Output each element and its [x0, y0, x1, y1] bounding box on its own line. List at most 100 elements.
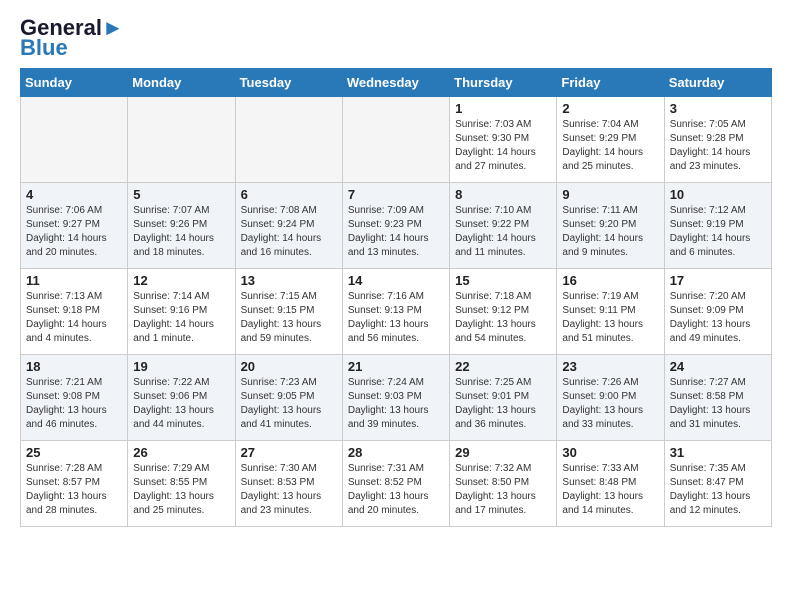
calendar-cell — [342, 97, 449, 183]
day-number: 1 — [455, 101, 551, 116]
day-number: 18 — [26, 359, 122, 374]
day-number: 28 — [348, 445, 444, 460]
day-number: 27 — [241, 445, 337, 460]
day-number: 10 — [670, 187, 766, 202]
calendar-table: SundayMondayTuesdayWednesdayThursdayFrid… — [20, 68, 772, 527]
calendar-body: 1Sunrise: 7:03 AM Sunset: 9:30 PM Daylig… — [21, 97, 772, 527]
day-info: Sunrise: 7:10 AM Sunset: 9:22 PM Dayligh… — [455, 204, 551, 260]
day-info: Sunrise: 7:09 AM Sunset: 9:23 PM Dayligh… — [348, 204, 444, 260]
calendar-cell: 3Sunrise: 7:05 AM Sunset: 9:28 PM Daylig… — [664, 97, 771, 183]
calendar-week-3: 11 Sunrise: 7:13 AM Sunset: 9:18 PM Dayli… — [21, 269, 772, 355]
calendar-cell: 22Sunrise: 7:25 AM Sunset: 9:01 PM Dayli… — [450, 355, 557, 441]
calendar-cell: 29 Sunrise: 7:32 AM Sunset: 8:50 PM Dayli… — [450, 441, 557, 527]
calendar-cell: 7Sunrise: 7:09 AM Sunset: 9:23 PM Daylig… — [342, 183, 449, 269]
calendar-cell: 25 Sunrise: 7:28 AM Sunset: 8:57 PM Dayli… — [21, 441, 128, 527]
calendar-cell: 18 Sunrise: 7:21 AM Sunset: 9:08 PM Dayli… — [21, 355, 128, 441]
day-info: Sunrise: 7:18 AM Sunset: 9:12 PM Dayligh… — [455, 290, 551, 346]
day-number: 23 — [562, 359, 658, 374]
day-info: Sunrise: 7:20 AM Sunset: 9:09 PM Dayligh… — [670, 290, 766, 346]
day-info: Sunrise: 7:30 AM Sunset: 8:53 PM Dayligh… — [241, 462, 337, 518]
calendar-cell: 8 Sunrise: 7:10 AM Sunset: 9:22 PM Daylig… — [450, 183, 557, 269]
logo: General ► Blue — [20, 16, 124, 60]
calendar-cell: 23 Sunrise: 7:26 AM Sunset: 9:00 PM Dayli… — [557, 355, 664, 441]
day-info: Sunrise: 7:27 AM Sunset: 8:58 PM Dayligh… — [670, 376, 766, 432]
day-info: Sunrise: 7:14 AM Sunset: 9:16 PM Dayligh… — [133, 290, 229, 346]
day-number: 22 — [455, 359, 551, 374]
calendar-cell: 20 Sunrise: 7:23 AM Sunset: 9:05 PM Dayli… — [235, 355, 342, 441]
day-number: 16 — [562, 273, 658, 288]
calendar-cell: 11 Sunrise: 7:13 AM Sunset: 9:18 PM Dayli… — [21, 269, 128, 355]
day-info: Sunrise: 7:26 AM Sunset: 9:00 PM Dayligh… — [562, 376, 658, 432]
calendar-cell: 31 Sunrise: 7:35 AM Sunset: 8:47 PM Dayli… — [664, 441, 771, 527]
day-info: Sunrise: 7:35 AM Sunset: 8:47 PM Dayligh… — [670, 462, 766, 518]
day-number: 26 — [133, 445, 229, 460]
day-number: 29 — [455, 445, 551, 460]
calendar-cell: 4 Sunrise: 7:06 AM Sunset: 9:27 PM Daylig… — [21, 183, 128, 269]
weekday-header-sunday: Sunday — [21, 69, 128, 97]
calendar-cell: 2Sunrise: 7:04 AM Sunset: 9:29 PM Daylig… — [557, 97, 664, 183]
calendar-cell: 12 Sunrise: 7:14 AM Sunset: 9:16 PM Dayli… — [128, 269, 235, 355]
day-info: Sunrise: 7:15 AM Sunset: 9:15 PM Dayligh… — [241, 290, 337, 346]
calendar-page: General ► Blue SundayMondayTuesdayWednes… — [0, 0, 792, 543]
day-number: 12 — [133, 273, 229, 288]
calendar-header: SundayMondayTuesdayWednesdayThursdayFrid… — [21, 69, 772, 97]
weekday-header-saturday: Saturday — [664, 69, 771, 97]
calendar-cell: 16 Sunrise: 7:19 AM Sunset: 9:11 PM Dayli… — [557, 269, 664, 355]
day-number: 21 — [348, 359, 444, 374]
weekday-header-thursday: Thursday — [450, 69, 557, 97]
day-info: Sunrise: 7:28 AM Sunset: 8:57 PM Dayligh… — [26, 462, 122, 518]
calendar-week-5: 25 Sunrise: 7:28 AM Sunset: 8:57 PM Dayli… — [21, 441, 772, 527]
day-number: 25 — [26, 445, 122, 460]
day-info: Sunrise: 7:29 AM Sunset: 8:55 PM Dayligh… — [133, 462, 229, 518]
header: General ► Blue — [20, 16, 772, 60]
day-info: Sunrise: 7:13 AM Sunset: 9:18 PM Dayligh… — [26, 290, 122, 346]
calendar-cell: 1Sunrise: 7:03 AM Sunset: 9:30 PM Daylig… — [450, 97, 557, 183]
day-number: 6 — [241, 187, 337, 202]
day-info: Sunrise: 7:04 AM Sunset: 9:29 PM Dayligh… — [562, 118, 658, 174]
day-number: 24 — [670, 359, 766, 374]
calendar-cell — [128, 97, 235, 183]
day-info: Sunrise: 7:07 AM Sunset: 9:26 PM Dayligh… — [133, 204, 229, 260]
day-number: 3 — [670, 101, 766, 116]
day-number: 4 — [26, 187, 122, 202]
day-info: Sunrise: 7:12 AM Sunset: 9:19 PM Dayligh… — [670, 204, 766, 260]
calendar-cell — [235, 97, 342, 183]
weekday-header-row: SundayMondayTuesdayWednesdayThursdayFrid… — [21, 69, 772, 97]
day-info: Sunrise: 7:33 AM Sunset: 8:48 PM Dayligh… — [562, 462, 658, 518]
day-number: 15 — [455, 273, 551, 288]
day-info: Sunrise: 7:32 AM Sunset: 8:50 PM Dayligh… — [455, 462, 551, 518]
weekday-header-friday: Friday — [557, 69, 664, 97]
day-number: 9 — [562, 187, 658, 202]
day-info: Sunrise: 7:31 AM Sunset: 8:52 PM Dayligh… — [348, 462, 444, 518]
day-number: 19 — [133, 359, 229, 374]
calendar-cell: 26 Sunrise: 7:29 AM Sunset: 8:55 PM Dayli… — [128, 441, 235, 527]
calendar-cell: 14Sunrise: 7:16 AM Sunset: 9:13 PM Dayli… — [342, 269, 449, 355]
day-info: Sunrise: 7:06 AM Sunset: 9:27 PM Dayligh… — [26, 204, 122, 260]
day-number: 20 — [241, 359, 337, 374]
day-info: Sunrise: 7:23 AM Sunset: 9:05 PM Dayligh… — [241, 376, 337, 432]
calendar-cell: 5 Sunrise: 7:07 AM Sunset: 9:26 PM Daylig… — [128, 183, 235, 269]
calendar-cell: 13 Sunrise: 7:15 AM Sunset: 9:15 PM Dayli… — [235, 269, 342, 355]
day-info: Sunrise: 7:21 AM Sunset: 9:08 PM Dayligh… — [26, 376, 122, 432]
day-info: Sunrise: 7:19 AM Sunset: 9:11 PM Dayligh… — [562, 290, 658, 346]
day-number: 8 — [455, 187, 551, 202]
calendar-cell: 30 Sunrise: 7:33 AM Sunset: 8:48 PM Dayli… — [557, 441, 664, 527]
weekday-header-monday: Monday — [128, 69, 235, 97]
calendar-cell: 6Sunrise: 7:08 AM Sunset: 9:24 PM Daylig… — [235, 183, 342, 269]
calendar-cell: 15 Sunrise: 7:18 AM Sunset: 9:12 PM Dayli… — [450, 269, 557, 355]
calendar-cell: 24 Sunrise: 7:27 AM Sunset: 8:58 PM Dayli… — [664, 355, 771, 441]
calendar-cell: 10 Sunrise: 7:12 AM Sunset: 9:19 PM Dayli… — [664, 183, 771, 269]
calendar-week-4: 18 Sunrise: 7:21 AM Sunset: 9:08 PM Dayli… — [21, 355, 772, 441]
calendar-cell: 21Sunrise: 7:24 AM Sunset: 9:03 PM Dayli… — [342, 355, 449, 441]
day-number: 13 — [241, 273, 337, 288]
calendar-week-2: 4 Sunrise: 7:06 AM Sunset: 9:27 PM Daylig… — [21, 183, 772, 269]
day-info: Sunrise: 7:22 AM Sunset: 9:06 PM Dayligh… — [133, 376, 229, 432]
day-info: Sunrise: 7:16 AM Sunset: 9:13 PM Dayligh… — [348, 290, 444, 346]
weekday-header-wednesday: Wednesday — [342, 69, 449, 97]
day-number: 30 — [562, 445, 658, 460]
day-number: 11 — [26, 273, 122, 288]
calendar-cell: 27 Sunrise: 7:30 AM Sunset: 8:53 PM Dayli… — [235, 441, 342, 527]
calendar-cell — [21, 97, 128, 183]
day-number: 31 — [670, 445, 766, 460]
day-number: 5 — [133, 187, 229, 202]
